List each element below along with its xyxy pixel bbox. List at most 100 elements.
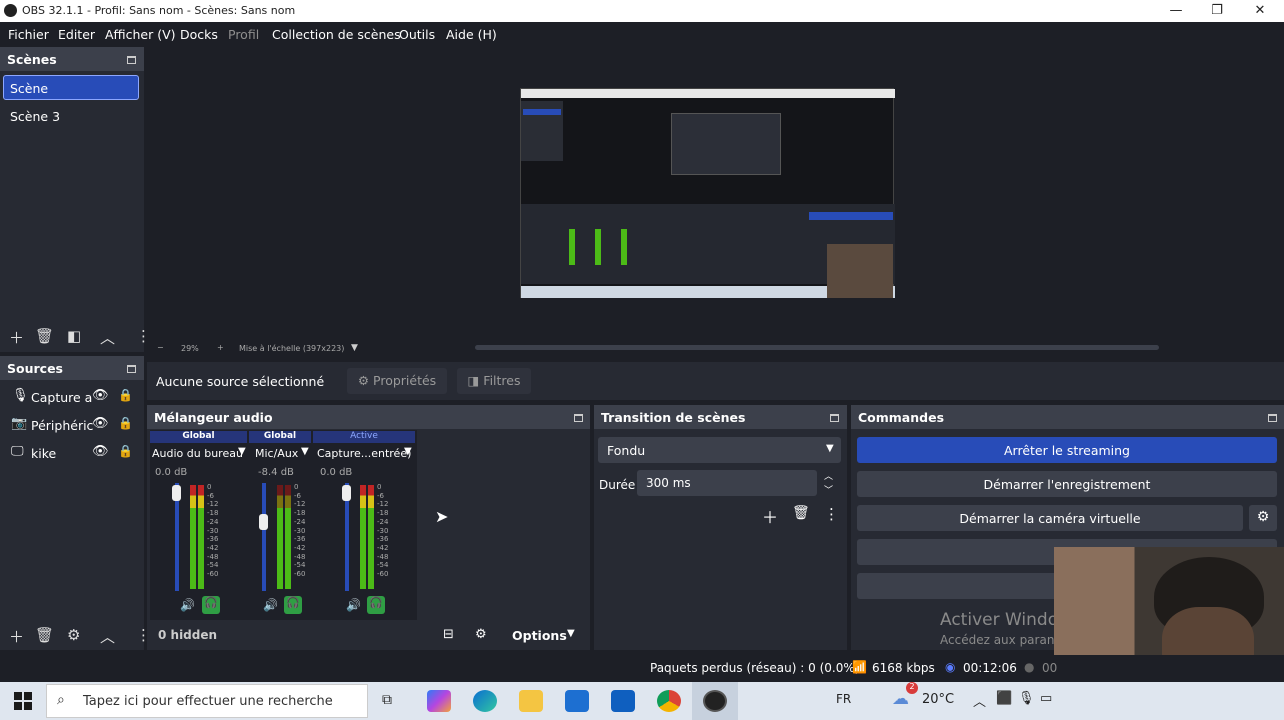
popout-icon[interactable]	[830, 414, 839, 422]
chevron-down-icon[interactable]: ▼	[238, 446, 246, 457]
trash-icon[interactable]: 🗑	[35, 626, 54, 644]
add-icon[interactable]: ＋	[9, 626, 24, 647]
language-indicator[interactable]: FR	[836, 692, 851, 706]
add-icon[interactable]: ＋	[762, 504, 778, 528]
advanced-settings-icon[interactable]: ⚙	[475, 627, 487, 642]
gear-icon[interactable]: ⚙	[67, 626, 80, 644]
trash-icon[interactable]: 🗑	[792, 505, 810, 521]
no-source-label: Aucune source sélectionné	[156, 374, 325, 389]
chevron-down-icon[interactable]: ▼	[301, 446, 309, 457]
speaker-icon[interactable]: 🔊	[263, 598, 278, 612]
menu-outils[interactable]: Outils	[399, 27, 435, 42]
monitor-icon: 🖵	[11, 444, 24, 459]
scale-dropdown-icon[interactable]: ▼	[351, 343, 358, 353]
obs-taskbar-button[interactable]	[692, 682, 738, 720]
slider-handle[interactable]	[172, 485, 181, 501]
start-recording-button[interactable]: Démarrer l'enregistrement	[857, 471, 1277, 497]
menu-profil[interactable]: Profil	[228, 27, 259, 42]
popout-icon[interactable]	[127, 56, 136, 64]
headphones-icon[interactable]: 🎧	[284, 596, 302, 614]
volume-slider[interactable]	[262, 483, 266, 591]
restore-icon[interactable]: ❐	[1197, 1, 1237, 21]
zoom-in-icon[interactable]: +	[217, 343, 224, 352]
headphones-icon[interactable]: 🎧	[202, 596, 220, 614]
scene-item[interactable]: Scène 3	[10, 109, 60, 124]
preview-scrollbar[interactable]	[475, 345, 1159, 350]
speaker-icon[interactable]: 🔊	[180, 598, 195, 612]
scenes-title: Scènes	[0, 47, 144, 71]
meter-scale: 0 -6 -12 -18 -24 -30 -36 -42 -48 -54 -60	[377, 483, 389, 579]
menu-docks[interactable]: Docks	[180, 27, 218, 42]
outlook-icon[interactable]	[611, 690, 635, 712]
level-meter	[285, 485, 291, 589]
eye-icon[interactable]: 👁	[92, 416, 109, 431]
lock-icon[interactable]: 🔒	[118, 416, 133, 430]
title-bar: OBS 32.1.1 - Profil: Sans nom - Scènes: …	[0, 0, 1284, 22]
store-icon[interactable]	[565, 690, 589, 712]
layout-icon[interactable]: ⊟	[443, 627, 454, 642]
source-item[interactable]: 📷 Périphéric 👁 🔒	[0, 416, 144, 438]
chevron-down-icon[interactable]: ▼	[404, 446, 412, 457]
edge-icon[interactable]	[473, 690, 497, 712]
popout-icon[interactable]	[574, 414, 583, 422]
filter-icon[interactable]: ◧	[67, 327, 81, 345]
scenes-dock: Scènes Scène Scène 3 ＋ 🗑 ◧ ︿ ⋮	[0, 47, 151, 352]
controls-title: Commandes	[851, 405, 1284, 429]
eye-icon[interactable]: 👁	[92, 388, 109, 403]
move-up-icon[interactable]: ︿	[100, 327, 115, 348]
filter-icon: ◨	[467, 373, 480, 388]
preview-area[interactable]: − 29% + Mise à l'échelle (397x223) ▼	[147, 47, 1284, 355]
lock-icon[interactable]: 🔒	[118, 444, 133, 458]
popout-icon[interactable]	[1268, 414, 1277, 422]
weather-icon[interactable]: ☁	[892, 689, 909, 709]
menu-editer[interactable]: Editer	[58, 27, 95, 42]
copilot-icon[interactable]	[427, 690, 451, 712]
stop-streaming-button[interactable]: Arrêter le streaming	[857, 437, 1277, 463]
task-view-icon[interactable]: ⧉	[382, 692, 392, 708]
chevron-up-icon[interactable]: ︿	[824, 469, 833, 482]
speaker-icon[interactable]: 🔊	[346, 598, 361, 612]
level-meter	[368, 485, 374, 589]
slider-handle[interactable]	[259, 514, 268, 530]
source-item[interactable]: 🎙 Capture a 👁 🔒	[0, 388, 144, 410]
chevron-down-icon[interactable]: ▼	[567, 628, 575, 639]
transition-select[interactable]: Fondu ▼	[598, 437, 841, 463]
options-button[interactable]: Options	[512, 628, 567, 643]
add-icon[interactable]: ＋	[9, 327, 24, 348]
minimize-icon[interactable]: —	[1156, 1, 1196, 21]
source-item[interactable]: 🖵 kike 👁 🔒	[0, 444, 144, 466]
windows-start-icon[interactable]	[14, 692, 32, 710]
menu-aide[interactable]: Aide (H)	[446, 27, 497, 42]
channel-name[interactable]: Capture...entrée)	[317, 447, 411, 460]
channel-name[interactable]: Mic/Aux	[255, 447, 298, 460]
trash-icon[interactable]: 🗑	[35, 327, 54, 345]
close-icon[interactable]: ✕	[1240, 1, 1280, 21]
chevron-down-icon[interactable]: ﹀	[824, 483, 833, 496]
taskbar-search[interactable]: ⌕ Tapez ici pour effectuer une recherche	[46, 684, 368, 718]
menu-collection[interactable]: Collection de scènes	[272, 27, 401, 42]
channel-name[interactable]: Audio du bureau	[152, 447, 243, 460]
duration-input[interactable]: 300 ms	[637, 470, 817, 496]
popout-icon[interactable]	[127, 365, 136, 373]
menu-afficher[interactable]: Afficher (V)	[105, 27, 176, 42]
headphones-icon[interactable]: 🎧	[367, 596, 385, 614]
menu-fichier[interactable]: Fichier	[8, 27, 49, 42]
filters-button[interactable]: ◨ Filtres	[457, 368, 531, 394]
chrome-icon[interactable]	[657, 690, 681, 712]
file-explorer-icon[interactable]	[519, 690, 543, 712]
eye-icon[interactable]: 👁	[92, 444, 109, 459]
preview-canvas[interactable]	[520, 88, 895, 298]
properties-button[interactable]: ⚙ Propriétés	[347, 368, 447, 394]
slider-handle[interactable]	[342, 485, 351, 501]
virtual-camera-button[interactable]: Démarrer la caméra virtuelle	[857, 505, 1243, 531]
more-icon[interactable]: ⋮	[824, 505, 839, 523]
chevron-up-icon[interactable]: ︿	[973, 691, 986, 710]
zoom-out-icon[interactable]: −	[157, 343, 164, 352]
gear-icon[interactable]: ⚙	[1249, 505, 1277, 531]
stream-icon: ◉	[945, 660, 956, 674]
scene-item-selected[interactable]: Scène	[3, 75, 139, 100]
move-up-icon[interactable]: ︿	[100, 626, 115, 647]
window-title: OBS 32.1.1 - Profil: Sans nom - Scènes: …	[22, 4, 296, 17]
lock-icon[interactable]: 🔒	[118, 388, 133, 402]
network-icon[interactable]: ▭	[1040, 691, 1052, 706]
